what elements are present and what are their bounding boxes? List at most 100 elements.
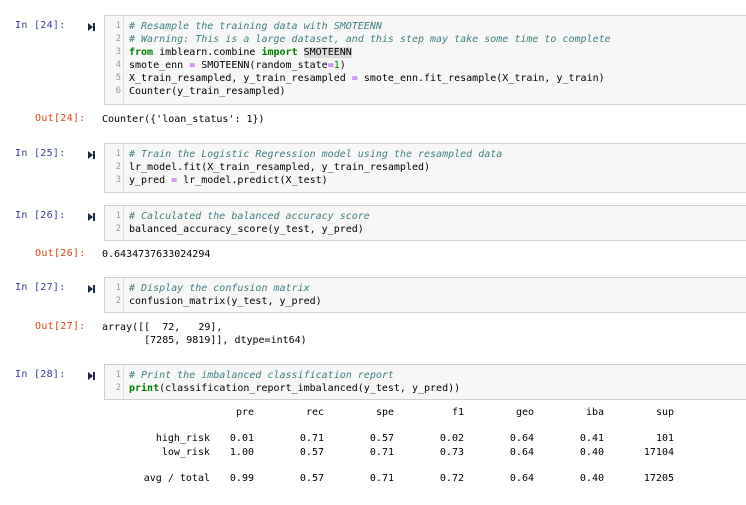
- code-text[interactable]: balanced_accuracy_score(y_test, y_pred): [129, 223, 364, 236]
- in-prompt: In [24]:: [15, 20, 66, 31]
- code-comment: # Warning: This is a large dataset, and …: [129, 34, 611, 45]
- cell-output: Counter({'loan_status': 1}): [102, 114, 265, 125]
- report-value: 101: [655, 432, 674, 444]
- report-value: 0.57: [369, 432, 394, 444]
- report-header-cell: [102, 405, 210, 419]
- report-value: 0.57: [299, 472, 324, 484]
- report-value: 0.71: [369, 446, 394, 458]
- code-text[interactable]: lr_model.fit(X_train_resampled, y_train_…: [129, 161, 430, 174]
- run-cell-icon[interactable]: [88, 213, 95, 221]
- code-text[interactable]: y_pred = lr_model.predict(X_test): [129, 174, 328, 187]
- in-prompt: In [26]:: [15, 210, 66, 221]
- code-text[interactable]: # Print the imbalanced classification re…: [129, 369, 394, 382]
- code-text[interactable]: # Display the confusion matrix: [129, 282, 310, 295]
- report-label: avg / total: [143, 472, 210, 484]
- code-editor[interactable]: 1 # Print the imbalanced classification r…: [104, 364, 746, 400]
- code-token: ): [339, 60, 346, 71]
- run-cell-icon[interactable]: [88, 372, 95, 380]
- line-number: 4: [115, 60, 121, 70]
- code-editor[interactable]: 1 # Display the confusion matrix 2 confusio…: [104, 277, 746, 313]
- report-value: 0.72: [439, 472, 464, 484]
- report-value: 0.64: [509, 472, 534, 484]
- report-value: 0.99: [229, 472, 254, 484]
- report-value: 0.71: [369, 472, 394, 484]
- report-value: 0.64: [509, 446, 534, 458]
- code-comment: # Resample the training data with SMOTEE…: [129, 21, 382, 32]
- line-number: 1: [115, 21, 121, 31]
- out-prompt: Out[26]:: [35, 248, 86, 259]
- report-header-cell: iba: [585, 406, 604, 418]
- code-comment: # Train the Logistic Regression model us…: [129, 149, 503, 160]
- code-token: X_train_resampled, y_train_resampled: [129, 73, 352, 84]
- code-text[interactable]: from imblearn.combine import SMOTEENN: [129, 46, 352, 59]
- report-value: 0.41: [579, 432, 604, 444]
- code-token: imblearn.combine: [153, 47, 262, 58]
- code-token: confusion_matrix(y_test, y_pred): [129, 296, 322, 307]
- code-editor[interactable]: 1 # Resample the training data with SMOTE…: [104, 15, 746, 105]
- code-editor[interactable]: 1 # Calculated the balanced accuracy scor…: [104, 205, 746, 241]
- code-token: smote_enn.fit_resample(X_train, y_train): [357, 73, 605, 84]
- code-token: smote_enn: [129, 60, 190, 71]
- code-token: y_pred: [129, 175, 172, 186]
- report-row: high_risk 0.01 0.71 0.57 0.02 0.64 0.41 …: [102, 431, 674, 445]
- line-number: 1: [115, 149, 121, 159]
- report-header-cell: f1: [451, 406, 464, 418]
- report-header-cell: rec: [305, 406, 324, 418]
- classification-report: pre rec spe f1 geo iba sup high_risk 0.0…: [102, 405, 674, 485]
- code-text[interactable]: smote_enn = SMOTEENN(random_state=1): [129, 59, 346, 72]
- report-label: low_risk: [161, 446, 210, 458]
- report-value: 0.40: [579, 472, 604, 484]
- code-text[interactable]: # Warning: This is a large dataset, and …: [129, 33, 611, 46]
- report-value: 0.73: [439, 446, 464, 458]
- code-token: print: [129, 383, 160, 394]
- run-cell-icon[interactable]: [88, 285, 95, 293]
- code-token: (classification_report_imbalanced(y_test…: [159, 383, 461, 394]
- line-number: 2: [115, 162, 121, 172]
- run-cell-icon[interactable]: [88, 151, 95, 159]
- code-token: from: [129, 47, 154, 58]
- line-number: 2: [115, 224, 121, 234]
- report-label: high_risk: [155, 432, 210, 444]
- report-value: 0.01: [229, 432, 254, 444]
- report-value: 17104: [643, 446, 674, 458]
- line-number: 3: [115, 175, 121, 185]
- code-text[interactable]: print(classification_report_imbalanced(y…: [129, 382, 460, 395]
- line-number: 2: [115, 296, 121, 306]
- code-text[interactable]: # Resample the training data with SMOTEE…: [129, 20, 382, 33]
- in-prompt: In [28]:: [15, 369, 66, 380]
- code-token: Counter(y_train_resampled): [129, 86, 286, 97]
- report-value: 0.02: [439, 432, 464, 444]
- out-prompt: Out[27]:: [35, 321, 86, 332]
- code-text[interactable]: # Calculated the balanced accuracy score: [129, 210, 370, 223]
- code-comment: # Print the imbalanced classification re…: [129, 370, 394, 381]
- code-token: SMOTEENN(random_state: [195, 60, 328, 71]
- line-number: 1: [115, 211, 121, 221]
- report-header-row: pre rec spe f1 geo iba sup: [102, 405, 674, 419]
- out-prompt: Out[24]:: [35, 113, 86, 124]
- report-row: low_risk 1.00 0.57 0.71 0.73 0.64 0.40 1…: [102, 445, 674, 459]
- code-token: lr_model.predict(X_test): [177, 175, 328, 186]
- code-token: lr_model.fit(X_train_resampled, y_train_…: [129, 162, 431, 173]
- line-number: 5: [115, 73, 121, 83]
- cell-output: 0.6434737633024294: [102, 249, 211, 260]
- report-row: avg / total 0.99 0.57 0.71 0.72 0.64 0.4…: [102, 471, 674, 485]
- report-value: 0.40: [579, 446, 604, 458]
- report-header-cell: sup: [655, 406, 674, 418]
- code-editor[interactable]: 1 # Train the Logistic Regression model u…: [104, 143, 746, 193]
- line-number: 2: [115, 34, 121, 44]
- report-value: 17205: [643, 472, 674, 484]
- code-text[interactable]: X_train_resampled, y_train_resampled = s…: [129, 72, 605, 85]
- report-header-cell: pre: [235, 406, 254, 418]
- run-cell-icon[interactable]: [88, 23, 95, 31]
- report-header-cell: spe: [375, 406, 394, 418]
- code-text[interactable]: confusion_matrix(y_test, y_pred): [129, 295, 322, 308]
- line-number: 2: [115, 383, 121, 393]
- code-text[interactable]: # Train the Logistic Regression model us…: [129, 148, 502, 161]
- line-number: 6: [115, 86, 121, 96]
- line-number: 3: [115, 47, 121, 57]
- code-text[interactable]: Counter(y_train_resampled): [129, 85, 286, 98]
- in-prompt: In [27]:: [15, 282, 66, 293]
- report-header-cell: geo: [515, 406, 534, 418]
- report-value: 0.57: [299, 446, 324, 458]
